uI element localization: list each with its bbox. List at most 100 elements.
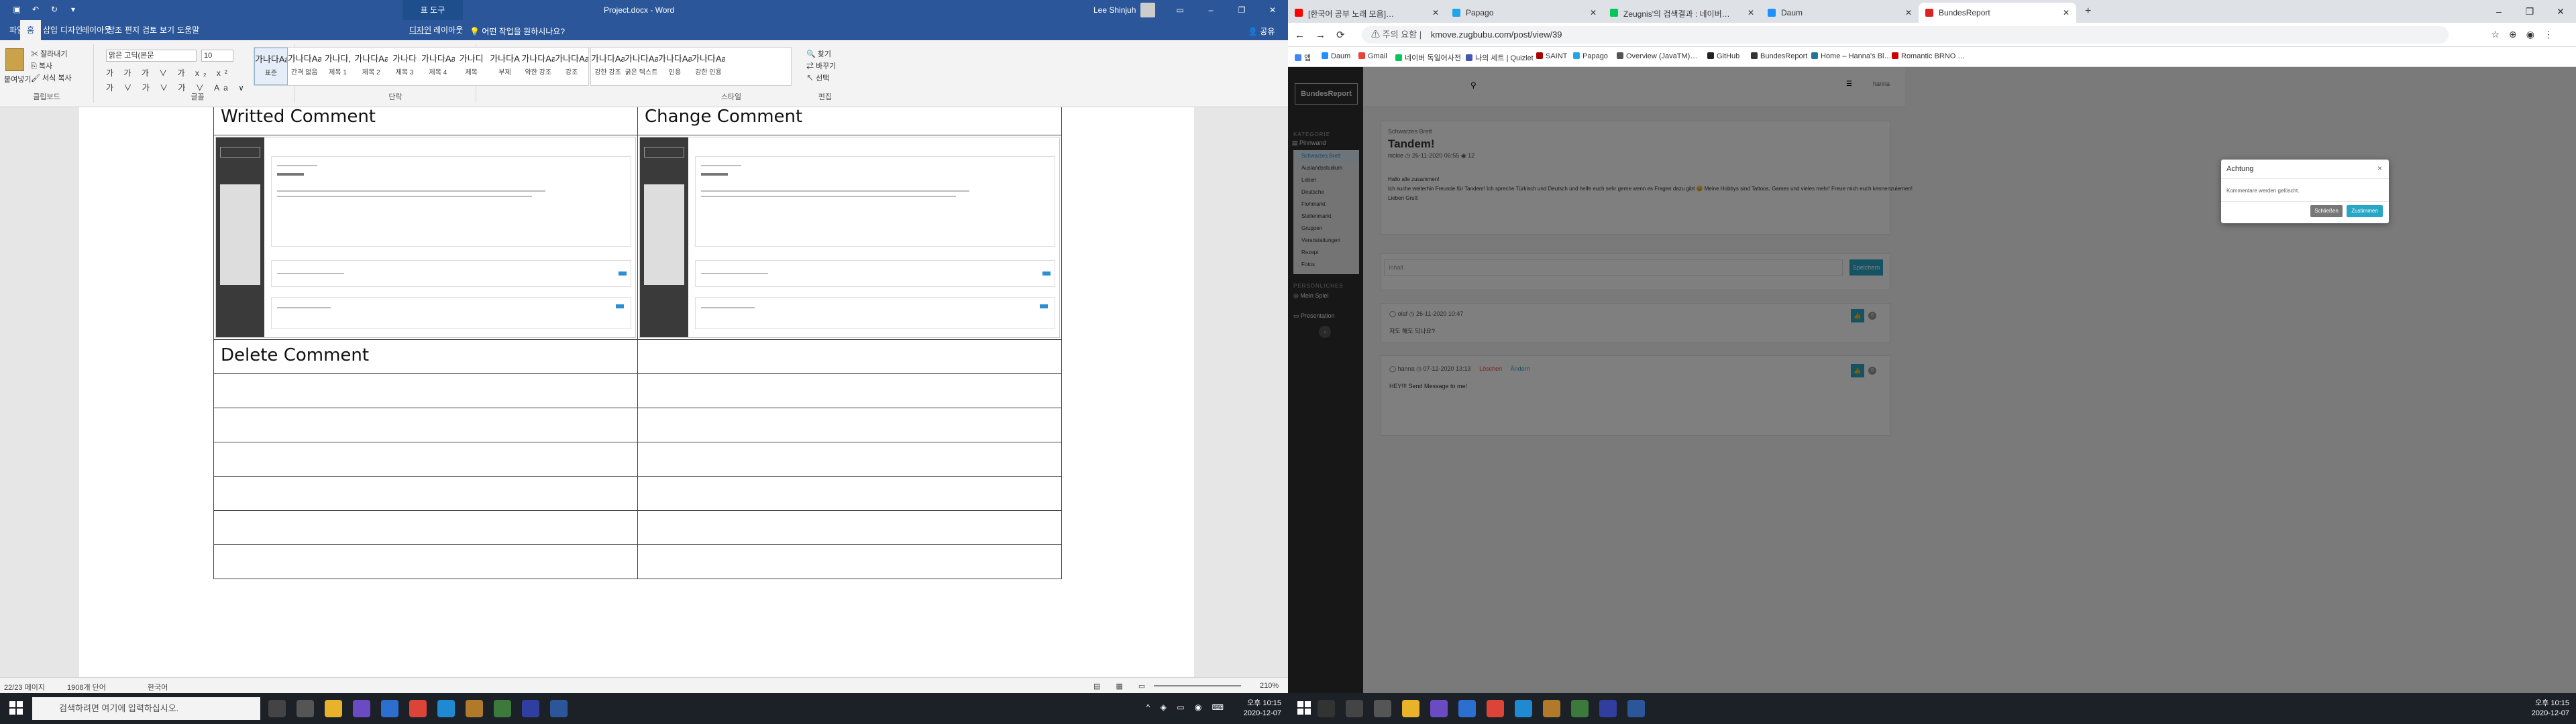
browser-tab[interactable]: Papago ✕ [1446, 3, 1603, 23]
new-tab-button[interactable]: + [2085, 5, 2091, 17]
share-button[interactable]: 👤 공유 [1248, 25, 1275, 37]
style-subtle-emphasis[interactable]: 가나다AaI약한 강조 [521, 48, 555, 85]
table-cell[interactable]: Delete Comment [213, 339, 638, 374]
close-icon[interactable]: ✕ [1257, 0, 1288, 20]
close-icon[interactable]: ✕ [1748, 8, 1754, 17]
zoom-level[interactable]: 210% [1260, 682, 1279, 690]
close-button[interactable]: Schließen [2310, 205, 2343, 217]
clock[interactable]: 오후 10:15 2020-12-07 [2532, 699, 2569, 719]
task-view-icon[interactable] [1374, 700, 1391, 717]
folder-icon[interactable] [466, 700, 483, 717]
search-icon[interactable] [1318, 700, 1335, 717]
tab-help[interactable]: 도움말 [170, 20, 206, 40]
visual-studio-icon[interactable] [353, 700, 370, 717]
redo-icon[interactable]: ↻ [50, 5, 59, 14]
language[interactable]: 한국어 [148, 682, 168, 692]
cortana-icon[interactable] [1346, 700, 1363, 717]
minimize-icon[interactable]: – [2483, 0, 2514, 23]
bookmark[interactable]: BundesReport [1751, 52, 1807, 60]
style-emphasis[interactable]: 가나다AaI강조 [555, 48, 588, 85]
style-subtitle[interactable]: 가나다A 부제 [488, 48, 522, 85]
paste-button[interactable]: 붙여넣기 [4, 74, 31, 84]
undo-icon[interactable]: ↶ [31, 5, 40, 14]
taskbar-search[interactable]: 검색하려면 여기에 입력하십시오. [32, 697, 260, 720]
browser-tab[interactable]: [한국어 공부 노래 모음]… ✕ [1288, 3, 1446, 23]
bookmark[interactable]: SAINT [1536, 52, 1567, 60]
browser-tab-active[interactable]: BundesReport ✕ [1919, 3, 2076, 23]
browser-tab[interactable]: Zeugnis'의 검색결과 : 네이버… ✕ [1603, 3, 1761, 23]
tab-table-layout[interactable]: 레이아웃 [427, 20, 470, 40]
table-cell[interactable] [637, 544, 1062, 579]
document-page[interactable]: Writted Comment Change Comment Delete Co… [79, 107, 1194, 677]
avatar[interactable] [1140, 3, 1155, 17]
table-cell[interactable] [213, 510, 638, 545]
style-heading-2[interactable]: 가나다AaI제목 2 [354, 48, 388, 85]
system-tray-icons[interactable]: ^ ◈ ▭ ◉ ⌨ [1146, 703, 1228, 712]
close-icon[interactable]: ✕ [2063, 8, 2070, 17]
page-count[interactable]: 22/23 페이지 [4, 682, 45, 692]
table-cell[interactable] [637, 339, 1062, 374]
clock[interactable]: 오후 10:15 2020-12-07 [1244, 699, 1281, 719]
style-intense-emphasis[interactable]: 가나다AaI 강한 강조 [591, 48, 625, 85]
style-heading-4[interactable]: 가나다AaI제목 4 [421, 48, 455, 85]
font-name-select[interactable]: 맑은 고딕(본문 [106, 50, 197, 62]
style-intense-quote[interactable]: 가나다AaI 강한 인용 [692, 48, 725, 85]
table-cell[interactable]: Change Comment [637, 107, 1062, 135]
font-format-buttons[interactable]: 가 가 가 ∨ 가 x₂ x² [106, 67, 231, 78]
font-size-select[interactable]: 10 [201, 50, 233, 62]
find-button[interactable]: 🔍 찾기 [806, 48, 831, 59]
screenshot-image[interactable] [637, 135, 1062, 340]
vscode-icon[interactable] [437, 700, 455, 717]
style-normal[interactable]: 가나다AaI표준 [254, 48, 288, 85]
task-view-icon[interactable] [297, 700, 314, 717]
file-explorer-icon[interactable] [325, 700, 342, 717]
tell-me-box[interactable]: 💡 어떤 작업을 원하시나요? [470, 25, 565, 37]
bookmark[interactable]: GitHub [1707, 52, 1739, 60]
table-cell[interactable] [637, 510, 1062, 545]
minimize-icon[interactable]: – [1195, 0, 1226, 20]
cut-button[interactable]: ✂ 잘라내기 [31, 48, 68, 59]
bookmark[interactable]: Papago [1573, 52, 1608, 60]
folder-icon[interactable] [1543, 700, 1560, 717]
vscode-icon[interactable] [1515, 700, 1532, 717]
style-heading-3[interactable]: 가나다 제목 3 [388, 48, 421, 85]
app-icon[interactable] [494, 700, 511, 717]
format-painter-button[interactable]: 🖌 서식 복사 [31, 72, 72, 83]
maximize-icon[interactable]: ❐ [1226, 0, 1257, 20]
chrome-icon[interactable] [409, 700, 427, 717]
word-count[interactable]: 1908개 단어 [67, 682, 106, 692]
save-icon[interactable]: ▣ [12, 5, 21, 14]
nav-buttons[interactable]: ←→⟳ [1295, 29, 1356, 41]
app-icon[interactable] [522, 700, 539, 717]
chrome-icon[interactable] [1487, 700, 1504, 717]
bookmark[interactable]: Overview (JavaTM)… [1617, 52, 1697, 60]
select-button[interactable]: ↖ 선택 [806, 72, 829, 83]
table-cell[interactable] [213, 442, 638, 477]
windows-start-icon[interactable] [1297, 701, 1311, 715]
bookmark[interactable]: Romantic BRNO … [1892, 52, 1965, 60]
style-strong[interactable]: 가나다AaI 굵은 텍스트 [625, 48, 658, 85]
shield-icon[interactable] [1458, 700, 1476, 717]
paste-icon[interactable] [5, 48, 24, 71]
style-title[interactable]: 가나디 제목 [455, 48, 488, 85]
table-cell[interactable] [213, 408, 638, 442]
style-quote[interactable]: 가나다AaI 인용 [658, 48, 692, 85]
zoom-slider[interactable] [1154, 685, 1241, 686]
warning-icon[interactable]: ⚠ 주의 요함 | [1371, 29, 1421, 40]
word-icon[interactable] [550, 700, 568, 717]
user-name[interactable]: Lee Shinjuh [1093, 5, 1136, 15]
address-bar[interactable]: ⚠ 주의 요함 | kmove.zugbubu.com/post/view/39 [1362, 26, 2449, 44]
browser-actions[interactable]: ☆⊕◉⋮ [2491, 29, 2563, 40]
file-explorer-icon[interactable] [1402, 700, 1419, 717]
bookmark[interactable]: Home – Hanna's Bl… [1811, 52, 1891, 60]
view-buttons[interactable]: ▤ ▦ ▭ [1093, 682, 1152, 690]
shield-icon[interactable] [381, 700, 398, 717]
style-heading-1[interactable]: 가나다, 제목 1 [321, 48, 355, 85]
bookmark[interactable]: Daum [1322, 52, 1350, 60]
close-icon[interactable]: × [2377, 164, 2382, 173]
ribbon-options-icon[interactable]: ▭ [1165, 0, 1195, 20]
browser-tab[interactable]: Daum ✕ [1761, 3, 1919, 23]
close-icon[interactable]: ✕ [1905, 8, 1912, 17]
bookmark[interactable]: 앱 [1295, 52, 1311, 63]
windows-start-icon[interactable] [9, 701, 23, 715]
